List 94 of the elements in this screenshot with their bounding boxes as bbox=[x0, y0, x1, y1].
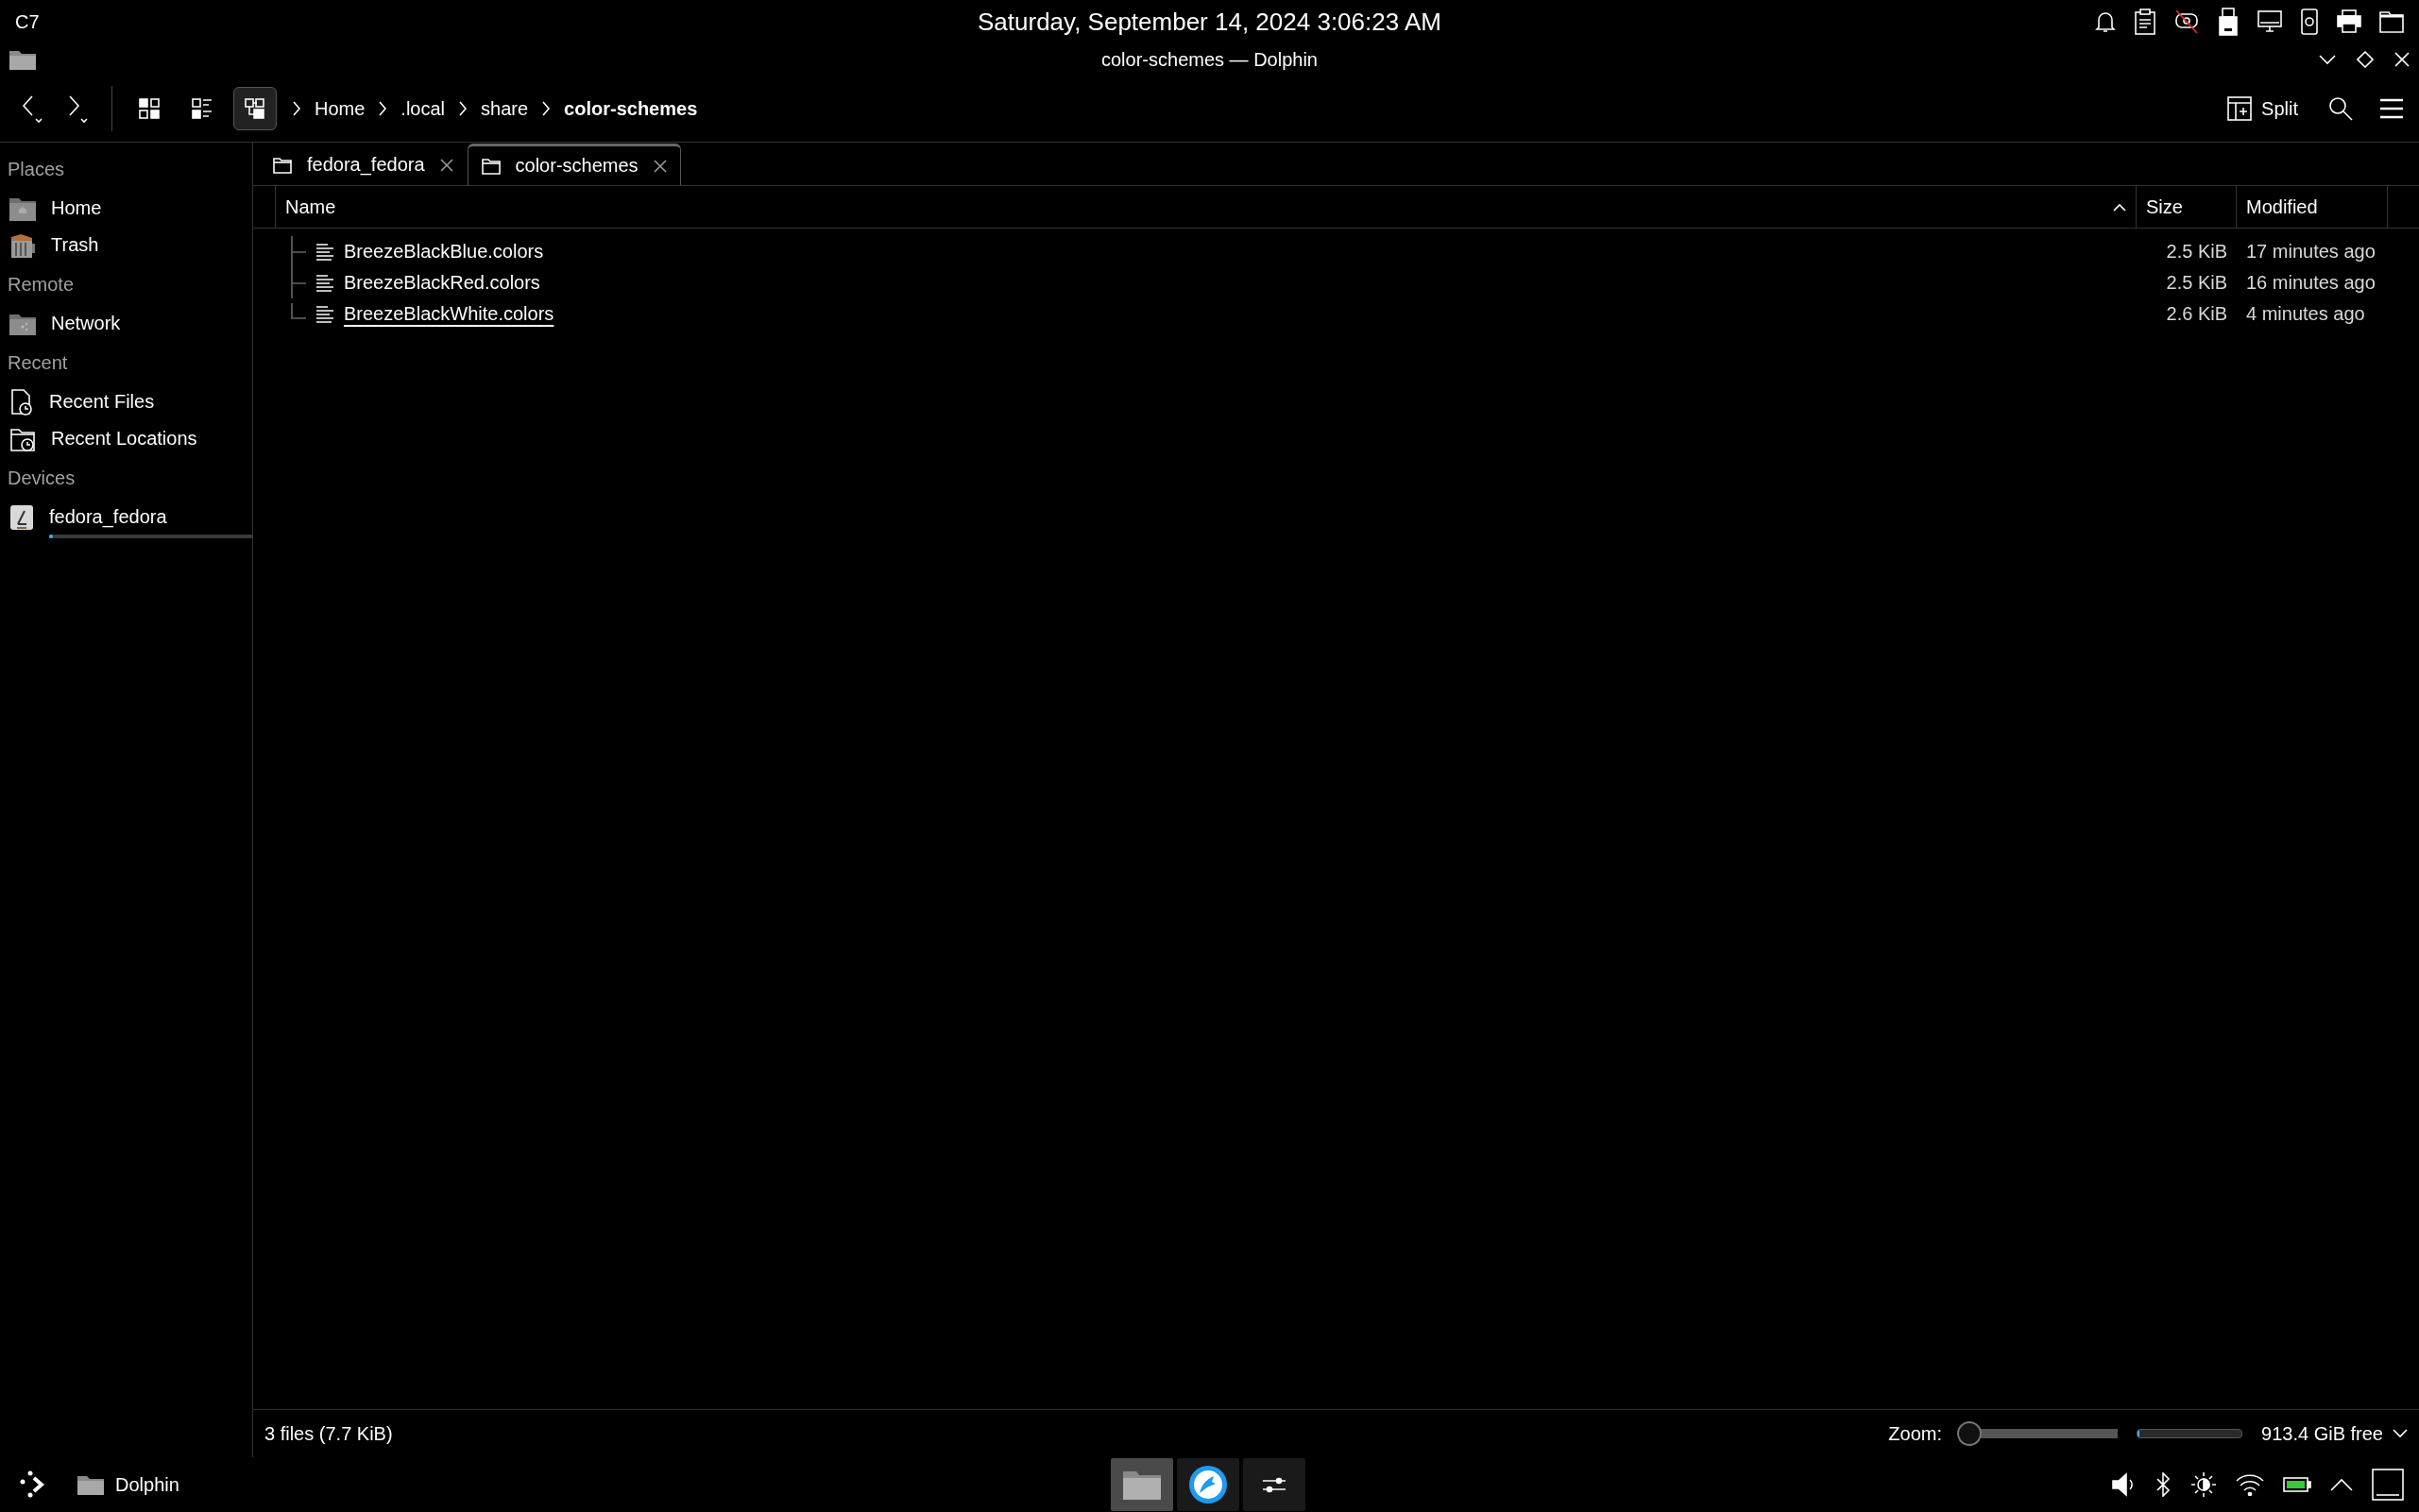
list-icon bbox=[192, 98, 213, 119]
modified-time: 17 minutes ago bbox=[2245, 241, 2376, 263]
taskbar-app[interactable] bbox=[1243, 1458, 1305, 1511]
taskbar-app[interactable] bbox=[1177, 1458, 1239, 1511]
browser-icon bbox=[1188, 1465, 1228, 1504]
search-icon bbox=[2328, 96, 2353, 121]
menu-button[interactable] bbox=[2379, 98, 2404, 119]
workspace-label[interactable]: C7 bbox=[15, 10, 40, 33]
printer-icon[interactable] bbox=[2336, 9, 2362, 34]
split-button[interactable]: Split bbox=[2223, 93, 2302, 125]
breadcrumb-item[interactable]: share bbox=[481, 97, 529, 120]
close-icon bbox=[2394, 52, 2410, 67]
status-summary: 3 files (7.7 KiB) bbox=[264, 1422, 393, 1445]
sidebar-section-title: Places bbox=[8, 158, 65, 180]
breadcrumb-item[interactable]: color-schemes bbox=[564, 97, 698, 120]
chevron-up-icon[interactable] bbox=[2330, 1478, 2353, 1491]
sidebar-item[interactable]: Network bbox=[51, 313, 121, 333]
column-header[interactable]: Modified bbox=[2237, 186, 2388, 228]
text-file-icon bbox=[315, 242, 334, 262]
tree-view-button[interactable] bbox=[233, 87, 277, 130]
show-desktop-icon[interactable] bbox=[2372, 1469, 2404, 1501]
maximize-button[interactable] bbox=[2357, 51, 2374, 68]
document-clock-icon bbox=[9, 388, 34, 416]
folder-icon bbox=[481, 157, 501, 175]
battery-icon[interactable] bbox=[2283, 1476, 2311, 1493]
bluetooth-icon[interactable] bbox=[2155, 1472, 2172, 1497]
window-title: color-schemes — Dolphin bbox=[1101, 48, 1318, 70]
sidebar-item[interactable]: Trash bbox=[51, 234, 99, 255]
sidebar-section-title: Recent bbox=[8, 351, 68, 374]
column-header[interactable]: Size bbox=[2137, 186, 2237, 228]
window-folder-icon bbox=[9, 49, 36, 70]
chevron-right-icon bbox=[541, 101, 552, 116]
slider-thumb[interactable] bbox=[1957, 1421, 1983, 1446]
trash-icon bbox=[9, 231, 36, 259]
display-crossed-icon[interactable] bbox=[2173, 9, 2200, 34]
file-name[interactable]: BreezeBlackRed.colors bbox=[344, 272, 540, 294]
folder-icon bbox=[1123, 1470, 1161, 1500]
close-icon bbox=[653, 159, 667, 173]
close-button[interactable] bbox=[2394, 51, 2410, 68]
zoom-label: Zoom: bbox=[1888, 1422, 1943, 1445]
split-view-icon bbox=[2227, 96, 2253, 121]
sidebar-item[interactable]: Recent Files bbox=[49, 391, 155, 412]
tab[interactable]: color-schemes bbox=[467, 144, 681, 185]
tab[interactable]: fedora_fedora bbox=[259, 144, 468, 185]
bell-icon[interactable] bbox=[2094, 9, 2117, 34]
wifi-icon[interactable] bbox=[2236, 1473, 2264, 1496]
grid-icon bbox=[139, 98, 160, 119]
close-icon bbox=[439, 158, 453, 172]
file-name[interactable]: BreezeBlackWhite.colors bbox=[344, 303, 554, 325]
network-folder-icon bbox=[9, 312, 36, 335]
file-name[interactable]: BreezeBlackBlue.colors bbox=[344, 241, 544, 263]
breadcrumb-item[interactable]: .local bbox=[400, 97, 446, 120]
text-file-icon bbox=[315, 304, 334, 324]
file-size: 2.5 KiB bbox=[2165, 241, 2228, 263]
home-folder-icon bbox=[9, 195, 36, 221]
modified-time: 16 minutes ago bbox=[2245, 272, 2376, 294]
sidebar-item[interactable]: Recent Locations bbox=[51, 428, 197, 449]
sidebar-item[interactable]: Home bbox=[51, 197, 102, 218]
chevron-down-icon bbox=[2393, 1429, 2408, 1438]
folder-icon bbox=[273, 156, 292, 174]
sort-caret-icon bbox=[2113, 202, 2126, 212]
clipboard-icon[interactable] bbox=[2134, 8, 2156, 35]
brightness-icon[interactable] bbox=[2190, 1471, 2217, 1498]
diamond-icon bbox=[2357, 51, 2374, 68]
text-file-icon bbox=[315, 273, 334, 293]
sidebar-section-title: Remote bbox=[8, 273, 75, 296]
phone-icon[interactable] bbox=[2300, 8, 2319, 35]
free-space-label: 913.4 GiB free bbox=[2261, 1422, 2383, 1445]
chevron-right-icon bbox=[378, 101, 388, 116]
drive-icon bbox=[9, 503, 34, 531]
sidebar-item[interactable]: fedora_fedora bbox=[49, 506, 167, 527]
tree-line-icon bbox=[291, 303, 306, 319]
menu-icon bbox=[2379, 98, 2404, 119]
breadcrumb-item[interactable]: Home bbox=[315, 97, 366, 120]
file-size: 2.6 KiB bbox=[2165, 303, 2228, 325]
tree-line-icon bbox=[291, 236, 306, 267]
volume-icon[interactable] bbox=[2111, 1472, 2136, 1497]
tree-icon bbox=[245, 98, 265, 119]
folder-icon[interactable] bbox=[2379, 10, 2404, 33]
tree-line-icon bbox=[291, 267, 306, 298]
sidebar-section-title: Devices bbox=[8, 467, 76, 489]
usb-drive-icon[interactable] bbox=[2217, 8, 2240, 36]
folder-icon bbox=[77, 1474, 104, 1495]
chevron-down-icon bbox=[2319, 54, 2336, 65]
taskbar-task[interactable]: Dolphin bbox=[72, 1472, 185, 1497]
monitor-icon[interactable] bbox=[2257, 9, 2283, 34]
file-size: 2.5 KiB bbox=[2165, 272, 2228, 294]
modified-time: 4 minutes ago bbox=[2245, 303, 2366, 325]
column-header[interactable]: Name bbox=[276, 186, 2137, 228]
chevron-right-icon bbox=[458, 101, 468, 116]
chevron-right-icon bbox=[292, 101, 301, 116]
search-button[interactable] bbox=[2328, 96, 2353, 121]
clock[interactable]: Saturday, September 14, 2024 3:06:23 AM bbox=[978, 8, 1441, 36]
free-space-dropdown[interactable] bbox=[2393, 1429, 2408, 1438]
